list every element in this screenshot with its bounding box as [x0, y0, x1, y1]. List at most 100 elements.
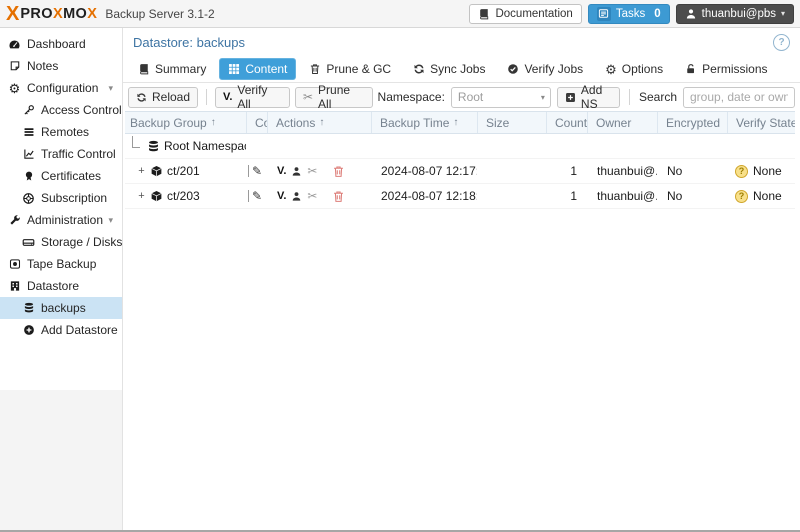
- column-header-size[interactable]: Size: [477, 112, 546, 133]
- sidebar-item-label: Notes: [27, 59, 59, 73]
- sidebar-item-label: Configuration: [27, 81, 99, 95]
- documentation-button[interactable]: Documentation: [469, 3, 582, 24]
- sidebar-item-dashboard[interactable]: Dashboard: [0, 33, 122, 55]
- namespace-input[interactable]: [451, 90, 541, 104]
- edit-comment-icon[interactable]: ✎: [252, 190, 262, 202]
- forget-trash-icon[interactable]: [332, 190, 345, 203]
- note-icon: [8, 60, 21, 72]
- table-row-ct-201[interactable]: + ct/201 ✎ V. ✂ 2024-08-07 12:17 1 thuan…: [125, 159, 795, 184]
- column-header-backup-group[interactable]: Backup Group ↑: [125, 112, 246, 133]
- table-row-ct-203[interactable]: + ct/203 ✎ V. ✂ 2024-08-07 12:18 1 thuan…: [125, 184, 795, 209]
- namespace-label: Namespace:: [377, 90, 445, 104]
- verify-action-icon[interactable]: V.: [277, 190, 286, 202]
- sidebar-item-administration[interactable]: Administration ▾: [0, 209, 122, 231]
- size-cell: [477, 184, 546, 208]
- topbar-actions: Documentation Tasks 0 thuanbui@pbs ▾: [469, 3, 794, 24]
- tab-sync-jobs[interactable]: Sync Jobs: [404, 58, 494, 80]
- comment-caret: [248, 190, 249, 202]
- search-input[interactable]: [683, 86, 795, 108]
- forget-trash-icon[interactable]: [332, 165, 345, 178]
- add-ns-button[interactable]: Add NS: [556, 83, 621, 111]
- change-owner-icon[interactable]: [291, 191, 302, 202]
- product-version: Backup Server 3.1-2: [105, 6, 215, 21]
- grid-icon: [228, 63, 240, 75]
- prune-action-icon[interactable]: ✂: [307, 165, 317, 177]
- sidebar-item-subscription[interactable]: Subscription: [0, 187, 122, 209]
- table-row-root-namespace[interactable]: Root Namespace: [125, 134, 795, 159]
- user-menu-button[interactable]: thuanbui@pbs ▾: [675, 3, 794, 24]
- tab-summary[interactable]: Summary: [129, 58, 215, 80]
- prune-action-icon[interactable]: ✂: [307, 190, 317, 202]
- sidebar-item-notes[interactable]: Notes: [0, 55, 122, 77]
- sidebar-item-label: Subscription: [41, 191, 108, 205]
- change-owner-icon[interactable]: [291, 166, 302, 177]
- help-icon[interactable]: ?: [773, 33, 790, 51]
- key-icon: [22, 104, 35, 116]
- proxmox-logo: X PROXMOX: [6, 4, 97, 24]
- list-icon: [22, 126, 35, 138]
- column-header-count[interactable]: Count: [546, 112, 587, 133]
- tab-verify-jobs[interactable]: Verify Jobs: [498, 58, 592, 80]
- reload-button[interactable]: Reload: [128, 86, 199, 108]
- sidebar-item-configuration[interactable]: ⚙ Configuration ▾: [0, 77, 122, 99]
- owner-cell: thuanbui@...: [597, 189, 657, 203]
- backup-group-label: ct/201: [167, 164, 200, 178]
- task-list-icon: [596, 6, 611, 21]
- top-bar: X PROXMOX Backup Server 3.1-2 Documentat…: [0, 0, 800, 28]
- tab-label: Options: [621, 62, 664, 76]
- question-circle-icon: ?: [735, 164, 748, 178]
- plus-square-icon: [565, 92, 576, 103]
- panel-header: Datastore: backups ?: [123, 28, 800, 56]
- page-title: Datastore: backups: [133, 34, 246, 50]
- sidebar-item-certificates[interactable]: Certificates: [0, 165, 122, 187]
- column-header-comment[interactable]: Comment: [246, 112, 267, 133]
- sidebar-item-add-datastore[interactable]: Add Datastore: [0, 319, 122, 341]
- edit-comment-icon[interactable]: ✎: [252, 165, 262, 177]
- proxmox-x-icon: X: [6, 2, 20, 25]
- prune-all-button[interactable]: ✂ Prune All: [294, 83, 373, 111]
- column-header-backup-time[interactable]: Backup Time ↑: [371, 112, 477, 133]
- unlock-icon: [685, 63, 697, 75]
- tab-options[interactable]: ⚙ Options: [596, 58, 672, 80]
- sidebar-item-tape-backup[interactable]: Tape Backup: [0, 253, 122, 275]
- chevron-down-icon[interactable]: ▾: [108, 215, 113, 226]
- tasks-button[interactable]: Tasks 0: [587, 3, 670, 24]
- database-icon: [22, 302, 35, 314]
- verify-all-button[interactable]: V. Verify All: [215, 83, 290, 111]
- sidebar-item-label: Remotes: [41, 125, 90, 139]
- sidebar-filler: [0, 390, 122, 530]
- sidebar-item-label: Access Control: [41, 103, 122, 117]
- column-header-owner[interactable]: Owner: [587, 112, 657, 133]
- sidebar-item-storage-disks[interactable]: Storage / Disks: [0, 231, 122, 253]
- sidebar-item-access-control[interactable]: Access Control: [0, 99, 122, 121]
- verify-action-icon[interactable]: V.: [277, 165, 286, 177]
- tab-content[interactable]: Content: [219, 58, 297, 80]
- column-header-actions[interactable]: Actions ↑: [267, 112, 371, 133]
- sidebar-item-remotes[interactable]: Remotes: [0, 121, 122, 143]
- backup-group-label: ct/203: [167, 189, 200, 203]
- sidebar-item-datastore[interactable]: Datastore: [0, 275, 122, 297]
- owner-cell: thuanbui@...: [597, 164, 657, 178]
- wrench-icon: [8, 214, 21, 226]
- sidebar-item-label: Storage / Disks: [41, 235, 123, 249]
- namespace-combobox[interactable]: ▾: [450, 86, 551, 108]
- database-icon: [147, 140, 160, 153]
- column-header-encrypted[interactable]: Encrypted: [657, 112, 727, 133]
- search-label: Search: [638, 90, 677, 104]
- tree-expander-icon[interactable]: +: [137, 190, 146, 202]
- check-circle-icon: [507, 63, 519, 75]
- tab-prune-gc[interactable]: Prune & GC: [300, 58, 400, 80]
- tab-permissions[interactable]: Permissions: [676, 58, 776, 80]
- sort-asc-icon: ↑: [319, 117, 325, 128]
- sidebar-item-label: Dashboard: [27, 37, 86, 51]
- tree-expander-icon[interactable]: +: [137, 165, 146, 177]
- backup-time-cell: 2024-08-07 12:17:46: [381, 164, 477, 178]
- support-icon: [22, 192, 35, 205]
- chevron-down-icon[interactable]: ▾: [541, 93, 550, 102]
- sidebar-item-traffic-control[interactable]: Traffic Control: [0, 143, 122, 165]
- column-header-verify-state[interactable]: Verify State: [727, 112, 795, 133]
- hdd-icon: [22, 236, 35, 249]
- chevron-down-icon[interactable]: ▾: [108, 83, 113, 94]
- sidebar-item-backups[interactable]: backups: [0, 297, 122, 319]
- book-icon: [138, 63, 150, 75]
